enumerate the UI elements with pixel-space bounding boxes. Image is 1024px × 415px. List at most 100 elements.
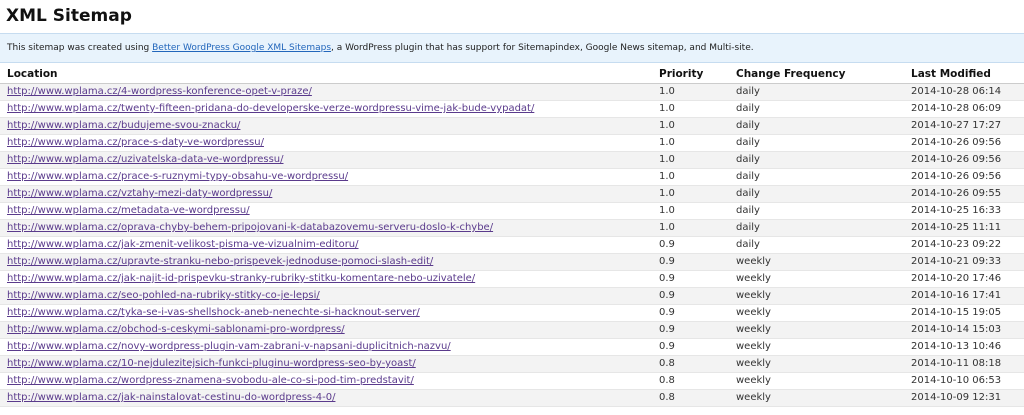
- cell-last-modified: 2014-10-25 11:11: [911, 219, 1024, 237]
- cell-location: http://www.wplama.cz/novy-wordpress-plug…: [0, 338, 652, 356]
- cell-location: http://www.wplama.cz/10-nejdulezitejsich…: [0, 355, 652, 373]
- sitemap-url-link[interactable]: http://www.wplama.cz/wordpress-znamena-s…: [7, 375, 414, 386]
- cell-location: http://www.wplama.cz/4-wordpress-konfere…: [0, 83, 652, 101]
- cell-location: http://www.wplama.cz/metadata-ve-wordpre…: [0, 202, 652, 220]
- cell-last-modified: 2014-10-26 09:55: [911, 185, 1024, 203]
- cell-last-modified: 2014-10-26 09:56: [911, 151, 1024, 169]
- cell-last-modified: 2014-10-09 12:31: [911, 389, 1024, 407]
- header-change-frequency: Change Frequency: [729, 65, 911, 84]
- cell-location: http://www.wplama.cz/twenty-fifteen-prid…: [0, 100, 652, 118]
- sitemap-url-link[interactable]: http://www.wplama.cz/upravte-stranku-neb…: [7, 256, 433, 267]
- sitemap-url-link[interactable]: http://www.wplama.cz/metadata-ve-wordpre…: [7, 205, 250, 216]
- cell-last-modified: 2014-10-10 06:53: [911, 372, 1024, 390]
- cell-priority: 1.0: [652, 100, 729, 118]
- cell-priority: 1.0: [652, 185, 729, 203]
- cell-priority: 1.0: [652, 151, 729, 169]
- cell-location: http://www.wplama.cz/jak-zmenit-velikost…: [0, 236, 652, 254]
- cell-priority: 1.0: [652, 219, 729, 237]
- cell-priority: 0.8: [652, 355, 729, 373]
- sitemap-url-link[interactable]: http://www.wplama.cz/oprava-chyby-behem-…: [7, 222, 493, 233]
- cell-change-frequency: daily: [729, 202, 911, 220]
- sitemap-table: Location Priority Change Frequency Last …: [0, 65, 1024, 407]
- sitemap-url-link[interactable]: http://www.wplama.cz/prace-s-daty-ve-wor…: [7, 137, 264, 148]
- intro-suffix: , a WordPress plugin that has support fo…: [331, 43, 754, 53]
- cell-priority: 0.9: [652, 253, 729, 271]
- cell-last-modified: 2014-10-15 19:05: [911, 304, 1024, 322]
- table-row: http://www.wplama.cz/prace-s-ruznymi-typ…: [0, 168, 1024, 186]
- table-row: http://www.wplama.cz/wordpress-znamena-s…: [0, 372, 1024, 390]
- cell-location: http://www.wplama.cz/prace-s-daty-ve-wor…: [0, 134, 652, 152]
- cell-last-modified: 2014-10-28 06:14: [911, 83, 1024, 101]
- sitemap-url-link[interactable]: http://www.wplama.cz/jak-najit-id-prispe…: [7, 273, 475, 284]
- cell-change-frequency: weekly: [729, 372, 911, 390]
- cell-change-frequency: daily: [729, 219, 911, 237]
- cell-change-frequency: daily: [729, 100, 911, 118]
- table-row: http://www.wplama.cz/novy-wordpress-plug…: [0, 338, 1024, 356]
- cell-last-modified: 2014-10-11 08:18: [911, 355, 1024, 373]
- sitemap-url-link[interactable]: http://www.wplama.cz/prace-s-ruznymi-typ…: [7, 171, 348, 182]
- sitemap-url-link[interactable]: http://www.wplama.cz/4-wordpress-konfere…: [7, 86, 312, 97]
- sitemap-url-link[interactable]: http://www.wplama.cz/budujeme-svou-znack…: [7, 120, 240, 131]
- cell-last-modified: 2014-10-20 17:46: [911, 270, 1024, 288]
- sitemap-url-link[interactable]: http://www.wplama.cz/seo-pohled-na-rubri…: [7, 290, 320, 301]
- cell-priority: 0.8: [652, 389, 729, 407]
- cell-change-frequency: daily: [729, 117, 911, 135]
- cell-change-frequency: weekly: [729, 338, 911, 356]
- cell-last-modified: 2014-10-26 09:56: [911, 134, 1024, 152]
- table-row: http://www.wplama.cz/4-wordpress-konfere…: [0, 83, 1024, 101]
- table-row: http://www.wplama.cz/upravte-stranku-neb…: [0, 253, 1024, 271]
- sitemap-url-link[interactable]: http://www.wplama.cz/10-nejdulezitejsich…: [7, 358, 416, 369]
- cell-last-modified: 2014-10-26 09:56: [911, 168, 1024, 186]
- header-last-modified: Last Modified: [911, 65, 1024, 84]
- cell-priority: 1.0: [652, 202, 729, 220]
- cell-priority: 0.8: [652, 372, 729, 390]
- table-row: http://www.wplama.cz/10-nejdulezitejsich…: [0, 355, 1024, 373]
- cell-change-frequency: daily: [729, 236, 911, 254]
- cell-last-modified: 2014-10-14 15:03: [911, 321, 1024, 339]
- cell-priority: 1.0: [652, 168, 729, 186]
- cell-last-modified: 2014-10-21 09:33: [911, 253, 1024, 271]
- sitemap-url-link[interactable]: http://www.wplama.cz/obchod-s-ceskymi-sa…: [7, 324, 345, 335]
- sitemap-url-link[interactable]: http://www.wplama.cz/jak-nainstalovat-ce…: [7, 392, 335, 403]
- cell-location: http://www.wplama.cz/oprava-chyby-behem-…: [0, 219, 652, 237]
- sitemap-url-link[interactable]: http://www.wplama.cz/twenty-fifteen-prid…: [7, 103, 534, 114]
- cell-priority: 1.0: [652, 134, 729, 152]
- cell-change-frequency: weekly: [729, 304, 911, 322]
- table-header-row: Location Priority Change Frequency Last …: [0, 65, 1024, 84]
- cell-location: http://www.wplama.cz/jak-najit-id-prispe…: [0, 270, 652, 288]
- cell-change-frequency: daily: [729, 151, 911, 169]
- table-row: http://www.wplama.cz/uzivatelska-data-ve…: [0, 151, 1024, 169]
- cell-change-frequency: weekly: [729, 355, 911, 373]
- cell-change-frequency: daily: [729, 83, 911, 101]
- cell-change-frequency: weekly: [729, 321, 911, 339]
- table-row: http://www.wplama.cz/budujeme-svou-znack…: [0, 117, 1024, 135]
- cell-location: http://www.wplama.cz/vztahy-mezi-daty-wo…: [0, 185, 652, 203]
- cell-change-frequency: daily: [729, 185, 911, 203]
- intro-prefix: This sitemap was created using: [7, 43, 153, 53]
- cell-priority: 0.9: [652, 287, 729, 305]
- plugin-link[interactable]: Better WordPress Google XML Sitemaps: [152, 43, 331, 53]
- cell-location: http://www.wplama.cz/tyka-se-i-vas-shell…: [0, 304, 652, 322]
- table-row: http://www.wplama.cz/oprava-chyby-behem-…: [0, 219, 1024, 237]
- sitemap-url-link[interactable]: http://www.wplama.cz/novy-wordpress-plug…: [7, 341, 451, 352]
- cell-last-modified: 2014-10-28 06:09: [911, 100, 1024, 118]
- cell-change-frequency: weekly: [729, 270, 911, 288]
- sitemap-url-link[interactable]: http://www.wplama.cz/uzivatelska-data-ve…: [7, 154, 284, 165]
- cell-last-modified: 2014-10-27 17:27: [911, 117, 1024, 135]
- cell-location: http://www.wplama.cz/prace-s-ruznymi-typ…: [0, 168, 652, 186]
- cell-location: http://www.wplama.cz/uzivatelska-data-ve…: [0, 151, 652, 169]
- sitemap-url-link[interactable]: http://www.wplama.cz/tyka-se-i-vas-shell…: [7, 307, 420, 318]
- cell-change-frequency: weekly: [729, 253, 911, 271]
- table-row: http://www.wplama.cz/jak-nainstalovat-ce…: [0, 389, 1024, 407]
- cell-location: http://www.wplama.cz/budujeme-svou-znack…: [0, 117, 652, 135]
- cell-last-modified: 2014-10-13 10:46: [911, 338, 1024, 356]
- cell-priority: 1.0: [652, 83, 729, 101]
- cell-priority: 0.9: [652, 338, 729, 356]
- cell-location: http://www.wplama.cz/wordpress-znamena-s…: [0, 372, 652, 390]
- cell-location: http://www.wplama.cz/jak-nainstalovat-ce…: [0, 389, 652, 407]
- sitemap-url-link[interactable]: http://www.wplama.cz/jak-zmenit-velikost…: [7, 239, 359, 250]
- header-priority: Priority: [652, 65, 729, 84]
- cell-priority: 0.9: [652, 270, 729, 288]
- cell-last-modified: 2014-10-16 17:41: [911, 287, 1024, 305]
- sitemap-url-link[interactable]: http://www.wplama.cz/vztahy-mezi-daty-wo…: [7, 188, 272, 199]
